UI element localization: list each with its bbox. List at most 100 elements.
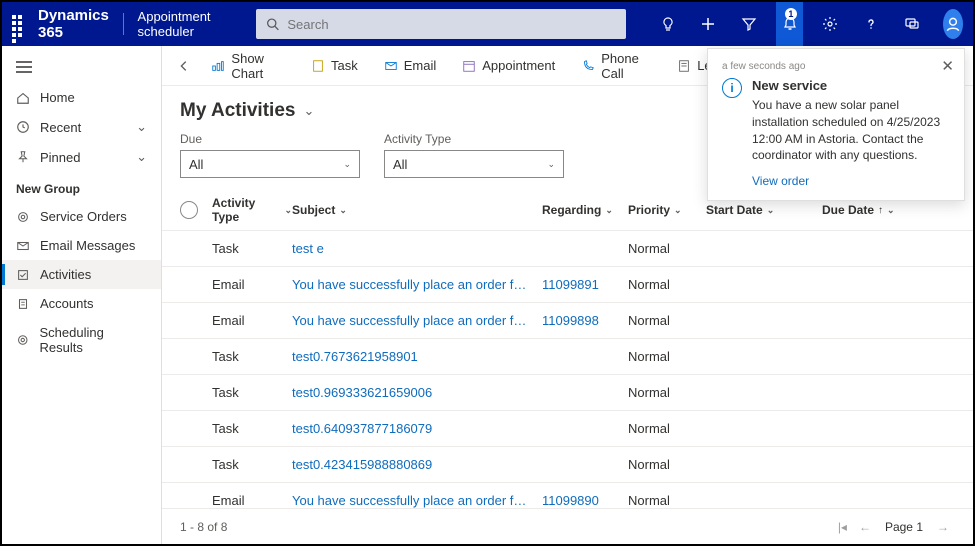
- letter-icon: [677, 59, 691, 73]
- notif-message: You have a new solar panel installation …: [752, 97, 950, 164]
- select-value: All: [393, 157, 407, 172]
- chevron-down-icon: ⌄: [136, 149, 147, 165]
- chat-icon[interactable]: [898, 2, 925, 46]
- subject-link[interactable]: You have successfully place an order for…: [292, 313, 532, 328]
- col-label: Subject: [292, 203, 335, 217]
- table-row[interactable]: Tasktest eNormal: [162, 231, 973, 267]
- sidebar: Home Recent⌄ Pinned⌄ New Group Service O…: [2, 46, 162, 544]
- nav-label: Recent: [40, 120, 81, 135]
- user-avatar[interactable]: [943, 9, 963, 39]
- filter-label: Due: [180, 132, 360, 146]
- regarding-link[interactable]: 11099891: [542, 277, 599, 292]
- mail-icon: [16, 239, 30, 253]
- back-button[interactable]: [172, 52, 195, 80]
- search-box[interactable]: [256, 9, 626, 39]
- cell-priority: Normal: [628, 457, 706, 472]
- email-button[interactable]: Email: [374, 54, 447, 77]
- settings-icon[interactable]: [817, 2, 844, 46]
- table-row[interactable]: EmailYou have successfully place an orde…: [162, 483, 973, 508]
- col-regarding[interactable]: Regarding ⌄: [542, 203, 628, 217]
- filter-due: Due All⌄: [180, 132, 360, 178]
- subject-link[interactable]: You have successfully place an order for…: [292, 277, 532, 292]
- cell-regarding: 11099898: [542, 313, 628, 328]
- first-page-button[interactable]: |◂: [832, 516, 853, 538]
- subject-link[interactable]: You have successfully place an order for…: [292, 493, 532, 508]
- cell-activity-type: Email: [212, 493, 292, 508]
- pin-icon: [16, 150, 30, 164]
- table-row[interactable]: EmailYou have successfully place an orde…: [162, 303, 973, 339]
- table-row[interactable]: Tasktest0.969333621659006Normal: [162, 375, 973, 411]
- cell-subject: You have successfully place an order for…: [292, 493, 542, 508]
- nav-label: Service Orders: [40, 209, 127, 224]
- home-icon: [16, 91, 30, 105]
- next-page-button[interactable]: →: [931, 516, 955, 538]
- app-name-label: Appointment scheduler: [138, 9, 227, 39]
- show-chart-button[interactable]: Show Chart: [201, 47, 295, 85]
- col-subject[interactable]: Subject ⌄: [292, 203, 542, 217]
- chart-icon: [211, 59, 225, 73]
- prev-page-button[interactable]: ←: [853, 516, 877, 538]
- search-input[interactable]: [287, 17, 616, 32]
- hamburger-icon[interactable]: [2, 54, 161, 83]
- notif-close-button[interactable]: ✕: [941, 57, 954, 75]
- lightbulb-icon[interactable]: [654, 2, 681, 46]
- nav-recent[interactable]: Recent⌄: [2, 112, 161, 142]
- notifications-icon[interactable]: 1: [776, 2, 803, 46]
- regarding-link[interactable]: 11099898: [542, 313, 599, 328]
- cell-priority: Normal: [628, 313, 706, 328]
- nav-accounts[interactable]: Accounts: [2, 289, 161, 318]
- nav-label: Activities: [40, 267, 91, 282]
- btn-label: Show Chart: [231, 51, 285, 81]
- nav-label: Pinned: [40, 150, 80, 165]
- table-row[interactable]: EmailYou have successfully place an orde…: [162, 267, 973, 303]
- nav-email-messages[interactable]: Email Messages: [2, 231, 161, 260]
- subject-link[interactable]: test0.423415988880869: [292, 457, 432, 472]
- nav-home[interactable]: Home: [2, 83, 161, 112]
- activities-grid: Activity Type ⌄ Subject ⌄ Regarding ⌄ Pr…: [162, 190, 973, 508]
- nav-activities[interactable]: Activities: [2, 260, 161, 289]
- cell-activity-type: Task: [212, 349, 292, 364]
- nav-service-orders[interactable]: Service Orders: [2, 202, 161, 231]
- col-label: Activity Type: [212, 196, 280, 224]
- filter-funnel-icon[interactable]: [736, 2, 763, 46]
- select-all-cell[interactable]: [180, 201, 212, 219]
- task-button[interactable]: Task: [301, 54, 368, 77]
- cell-regarding: 11099890: [542, 493, 628, 508]
- add-icon[interactable]: [695, 2, 722, 46]
- help-icon[interactable]: [858, 2, 885, 46]
- app-launcher-icon[interactable]: [12, 15, 24, 33]
- cell-priority: Normal: [628, 349, 706, 364]
- nav-scheduling-results[interactable]: Scheduling Results: [2, 318, 161, 362]
- filter-due-select[interactable]: All⌄: [180, 150, 360, 178]
- table-row[interactable]: Tasktest0.423415988880869Normal: [162, 447, 973, 483]
- col-due-date[interactable]: Due Date ↑ ⌄: [822, 203, 922, 217]
- cell-priority: Normal: [628, 493, 706, 508]
- view-switcher-chevron-icon[interactable]: ⌄: [303, 103, 314, 119]
- cell-subject: test0.969333621659006: [292, 385, 542, 400]
- table-row[interactable]: Tasktest0.7673621958901 Normal: [162, 339, 973, 375]
- phone-call-button[interactable]: Phone Call: [571, 47, 661, 85]
- subject-link[interactable]: test0.969333621659006: [292, 385, 432, 400]
- col-start-date[interactable]: Start Date ⌄: [706, 203, 822, 217]
- notif-action-link[interactable]: View order: [752, 174, 950, 188]
- regarding-link[interactable]: 11099890: [542, 493, 599, 508]
- filter-type-select[interactable]: All⌄: [384, 150, 564, 178]
- btn-label: Appointment: [482, 58, 555, 73]
- col-priority[interactable]: Priority ⌄: [628, 203, 706, 217]
- cell-activity-type: Task: [212, 421, 292, 436]
- cell-subject: You have successfully place an order for…: [292, 313, 542, 328]
- nav-label: Home: [40, 90, 75, 105]
- nav-pinned[interactable]: Pinned ⌄: [2, 142, 161, 172]
- appointment-button[interactable]: Appointment: [452, 54, 565, 77]
- table-row[interactable]: Tasktest0.640937877186079Normal: [162, 411, 973, 447]
- col-activity-type[interactable]: Activity Type ⌄: [212, 196, 292, 224]
- subject-link[interactable]: test0.7673621958901: [292, 349, 418, 364]
- select-value: All: [189, 157, 203, 172]
- info-icon: i: [722, 78, 742, 98]
- nav-label: Scheduling Results: [40, 325, 147, 355]
- cell-subject: You have successfully place an order for…: [292, 277, 542, 292]
- subject-link[interactable]: test0.640937877186079: [292, 421, 432, 436]
- cell-priority: Normal: [628, 385, 706, 400]
- subject-link[interactable]: test e: [292, 241, 324, 256]
- btn-label: Phone Call: [601, 51, 651, 81]
